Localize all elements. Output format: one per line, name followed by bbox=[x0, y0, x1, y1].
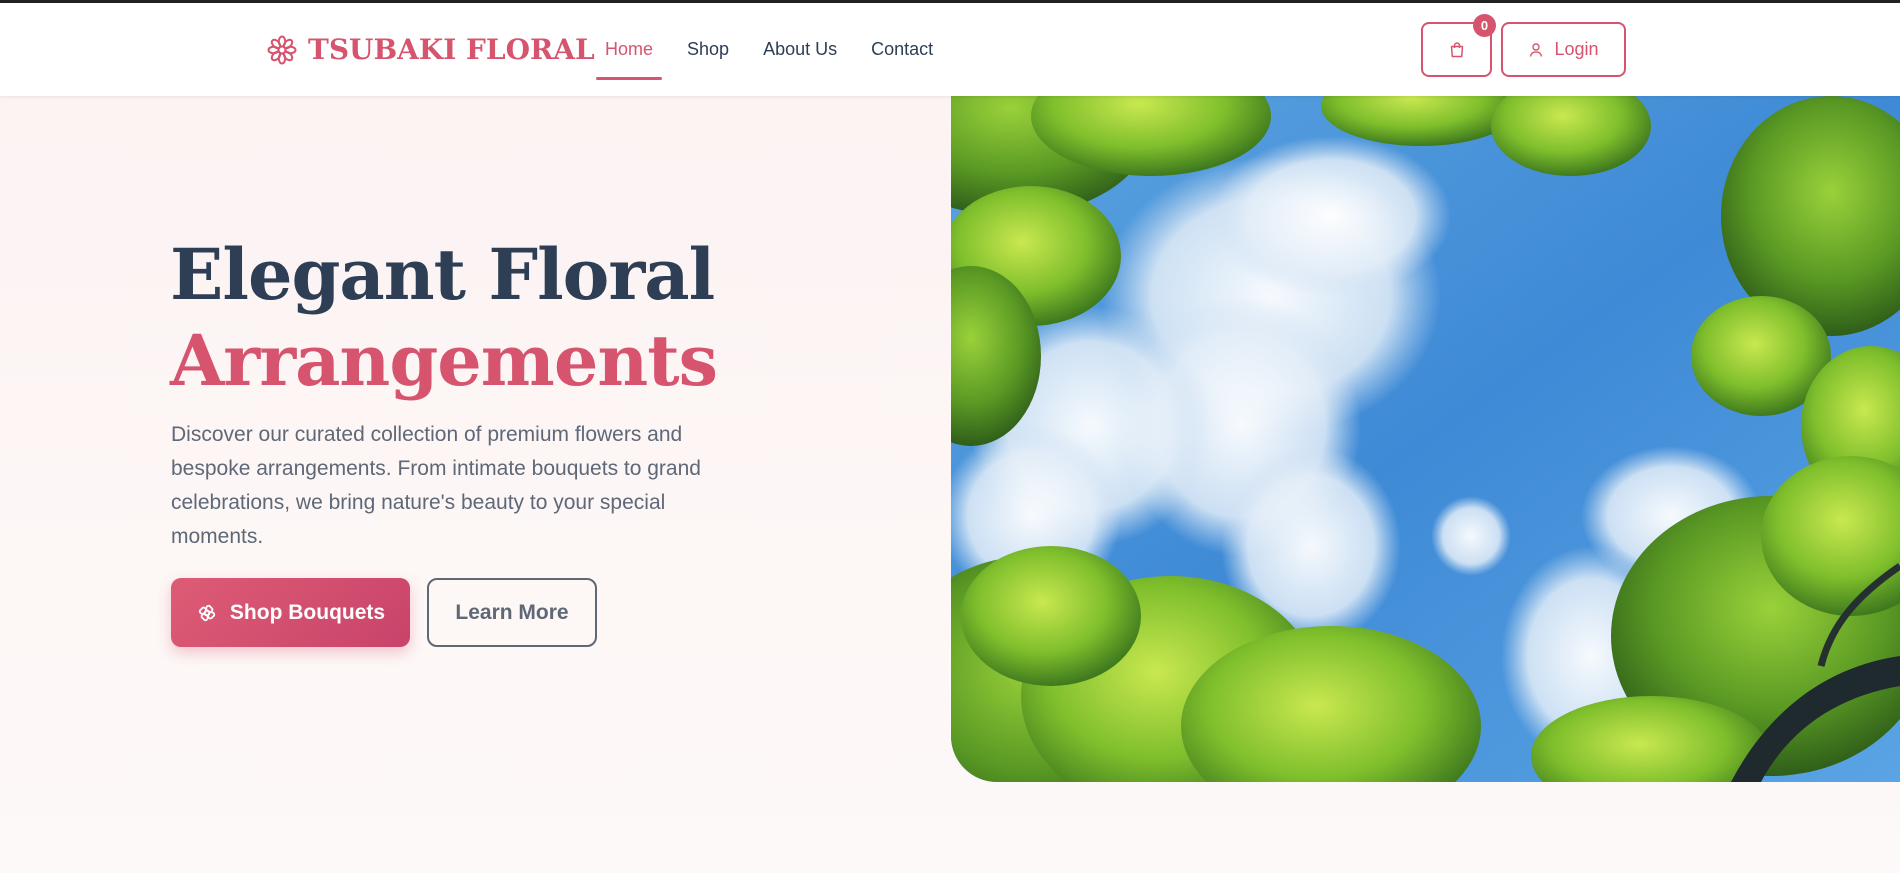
hero-image bbox=[951, 96, 1900, 782]
login-label: Login bbox=[1554, 39, 1599, 59]
shopping-bag-icon bbox=[1450, 41, 1463, 57]
flower-icon bbox=[198, 604, 216, 621]
nav-item-about-us[interactable]: About Us bbox=[754, 3, 846, 96]
learn-more-button[interactable]: Learn More bbox=[427, 578, 597, 647]
shop-bouquets-label: Shop Bouquets bbox=[229, 600, 386, 624]
hero-title: Elegant Floral Arrangements bbox=[170, 232, 950, 404]
hero-title-line2: Arrangements bbox=[170, 319, 718, 402]
sky-through-tree-canopy-image bbox=[951, 96, 1900, 782]
shop-bouquets-button[interactable]: Shop Bouquets bbox=[171, 578, 410, 647]
cart-count-badge: 0 bbox=[1473, 14, 1496, 37]
hero-description: Discover our curated collection of premi… bbox=[171, 423, 701, 548]
main-nav: Home Shop About Us Contact bbox=[596, 3, 958, 96]
cart-button[interactable]: 0 bbox=[1421, 14, 1496, 77]
user-icon bbox=[1530, 42, 1543, 57]
brand-name: TSUBAKI FLORAL bbox=[308, 33, 595, 66]
site-header: TSUBAKI FLORAL Home Shop About Us Contac… bbox=[0, 3, 1900, 96]
nav-item-home[interactable]: Home bbox=[596, 3, 663, 96]
flower-icon bbox=[267, 35, 297, 64]
brand-logo[interactable]: TSUBAKI FLORAL bbox=[266, 33, 595, 66]
login-button[interactable]: Login bbox=[1501, 22, 1626, 77]
hero-title-line1: Elegant Floral bbox=[170, 233, 715, 316]
nav-item-shop[interactable]: Shop bbox=[678, 3, 738, 96]
nav-item-contact[interactable]: Contact bbox=[862, 3, 942, 96]
